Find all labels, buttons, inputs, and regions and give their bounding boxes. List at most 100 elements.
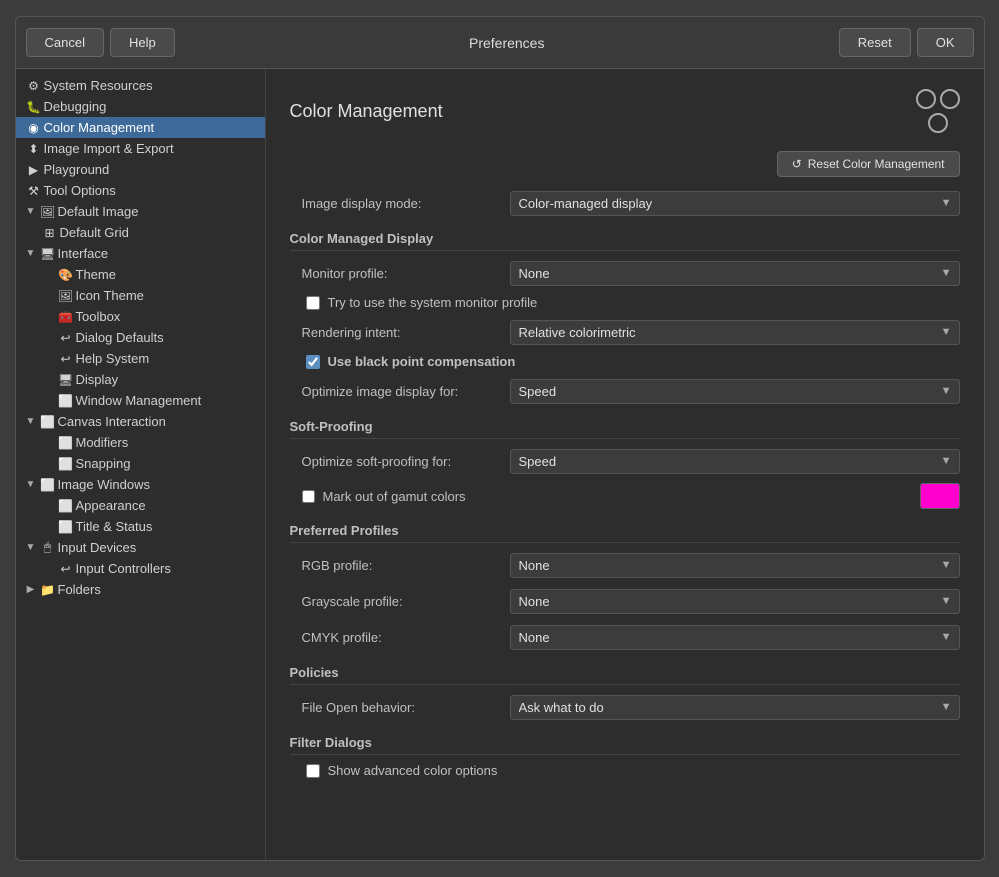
rgb-profile-control: None ▼ [510, 553, 960, 578]
modifiers-label: Modifiers [76, 435, 129, 450]
sidebar-item-input-devices[interactable]: ▼ 🖱 Input Devices [16, 537, 265, 558]
sidebar-item-folders[interactable]: ▶ 📁 Folders [16, 579, 265, 600]
try-system-profile-checkbox[interactable] [306, 296, 320, 310]
black-point-checkbox[interactable] [306, 355, 320, 369]
sidebar-item-toolbox[interactable]: 🧰 Toolbox [16, 306, 265, 327]
sidebar-item-snapping[interactable]: ⬜ Snapping [16, 453, 265, 474]
image-display-mode-control: Color-managed display No color managemen… [510, 191, 960, 216]
optimize-display-label: Optimize image display for: [290, 384, 510, 399]
reset-color-management-button[interactable]: ↺ Reset Color Management [777, 151, 960, 177]
toolbox-icon: 🧰 [56, 310, 76, 324]
image-windows-icon: ⬜ [38, 478, 58, 492]
cmyk-profile-row: CMYK profile: None ▼ [290, 623, 960, 651]
grayscale-profile-select[interactable]: None [510, 589, 960, 614]
black-point-row: Use black point compensation [306, 354, 960, 369]
sidebar-item-input-controllers[interactable]: ↩ Input Controllers [16, 558, 265, 579]
show-advanced-checkbox[interactable] [306, 764, 320, 778]
sidebar-item-image-import-export[interactable]: ⬍ Image Import & Export [16, 138, 265, 159]
preferences-dialog: Cancel Help Preferences Reset OK ⚙ Syste… [15, 16, 985, 861]
image-windows-arrow: ▼ [24, 479, 38, 490]
input-controllers-label: Input Controllers [76, 561, 171, 576]
mark-gamut-checkbox[interactable] [302, 490, 315, 503]
page-title: Color Management [290, 101, 443, 122]
sidebar-item-interface[interactable]: ▼ 🖥 Interface [16, 243, 265, 264]
image-display-mode-row: Image display mode: Color-managed displa… [290, 189, 960, 217]
help-system-label: Help System [76, 351, 150, 366]
sidebar-item-theme[interactable]: 🎨 Theme [16, 264, 265, 285]
image-display-mode-select[interactable]: Color-managed display No color managemen… [510, 191, 960, 216]
snapping-label: Snapping [76, 456, 131, 471]
appearance-label: Appearance [76, 498, 146, 513]
grayscale-profile-label: Grayscale profile: [290, 594, 510, 609]
rgb-profile-select[interactable]: None [510, 553, 960, 578]
optimize-display-control: Speed Normal Precision ▼ [510, 379, 960, 404]
sidebar-item-default-grid[interactable]: ⊞ Default Grid [16, 222, 265, 243]
titlebar-right-buttons: Reset OK [839, 28, 974, 57]
window-management-label: Window Management [76, 393, 202, 408]
color-management-icon: ◉ [24, 121, 44, 135]
window-management-icon: ⬜ [56, 394, 76, 408]
tool-options-label: Tool Options [44, 183, 116, 198]
rendering-intent-row: Rendering intent: Perceptual Relative co… [290, 318, 960, 346]
display-label: Display [76, 372, 119, 387]
rendering-intent-select[interactable]: Perceptual Relative colorimetric Saturat… [510, 320, 960, 345]
image-import-export-icon: ⬍ [24, 142, 44, 156]
theme-icon: 🎨 [56, 268, 76, 282]
debugging-icon: 🐛 [24, 100, 44, 114]
file-open-control: Ask what to do Keep embedded profile Con… [510, 695, 960, 720]
monitor-profile-label: Monitor profile: [290, 266, 510, 281]
try-system-profile-row: Try to use the system monitor profile [306, 295, 960, 310]
sidebar-item-display[interactable]: 🖥 Display [16, 369, 265, 390]
color-managed-display-section-title: Color Managed Display [290, 231, 960, 251]
image-display-mode-label: Image display mode: [290, 196, 510, 211]
image-windows-label: Image Windows [58, 477, 150, 492]
gamut-color-swatch[interactable] [920, 483, 960, 509]
sidebar-item-image-windows[interactable]: ▼ ⬜ Image Windows [16, 474, 265, 495]
system-resources-icon: ⚙ [24, 79, 44, 93]
sidebar: ⚙ System Resources 🐛 Debugging ◉ Color M… [16, 69, 266, 860]
optimize-soft-select[interactable]: Speed Normal Precision [510, 449, 960, 474]
mark-gamut-label: Mark out of gamut colors [323, 489, 466, 504]
ok-button[interactable]: OK [917, 28, 974, 57]
playground-icon: ▶ [24, 163, 44, 177]
sidebar-item-help-system[interactable]: ↩ Help System [16, 348, 265, 369]
gamut-colors-row: Mark out of gamut colors [290, 483, 960, 509]
reset-color-management-label: Reset Color Management [808, 157, 945, 171]
main-content: Color Management ↺ Reset Color Managemen… [266, 69, 984, 860]
file-open-select[interactable]: Ask what to do Keep embedded profile Con… [510, 695, 960, 720]
sidebar-item-playground[interactable]: ▶ Playground [16, 159, 265, 180]
title-status-label: Title & Status [76, 519, 153, 534]
cancel-button[interactable]: Cancel [26, 28, 104, 57]
title-text: Preferences [469, 35, 544, 51]
optimize-display-select[interactable]: Speed Normal Precision [510, 379, 960, 404]
main-header: Color Management [290, 89, 960, 133]
cmyk-profile-select[interactable]: None [510, 625, 960, 650]
sidebar-item-icon-theme[interactable]: 🖼 Icon Theme [16, 285, 265, 306]
titlebar: Cancel Help Preferences Reset OK [16, 17, 984, 69]
canvas-interaction-label: Canvas Interaction [58, 414, 166, 429]
sidebar-item-modifiers[interactable]: ⬜ Modifiers [16, 432, 265, 453]
dialog-defaults-icon: ↩ [56, 331, 76, 345]
reset-button[interactable]: Reset [839, 28, 911, 57]
interface-icon: 🖥 [38, 247, 58, 261]
sidebar-item-canvas-interaction[interactable]: ▼ ⬜ Canvas Interaction [16, 411, 265, 432]
reset-icon: ↺ [792, 157, 802, 171]
monitor-profile-row: Monitor profile: None ▼ [290, 259, 960, 287]
show-advanced-label: Show advanced color options [328, 763, 498, 778]
sidebar-item-color-management[interactable]: ◉ Color Management [16, 117, 265, 138]
sidebar-item-tool-options[interactable]: ⚒ Tool Options [16, 180, 265, 201]
sidebar-item-appearance[interactable]: ⬜ Appearance [16, 495, 265, 516]
sidebar-item-default-image[interactable]: ▼ 🖼 Default Image [16, 201, 265, 222]
sidebar-item-dialog-defaults[interactable]: ↩ Dialog Defaults [16, 327, 265, 348]
soft-proofing-section-title: Soft-Proofing [290, 419, 960, 439]
sidebar-item-title-status[interactable]: ⬜ Title & Status [16, 516, 265, 537]
dialog-defaults-label: Dialog Defaults [76, 330, 164, 345]
policies-section-title: Policies [290, 665, 960, 685]
filter-dialogs-section-title: Filter Dialogs [290, 735, 960, 755]
monitor-profile-select[interactable]: None [510, 261, 960, 286]
sidebar-item-debugging[interactable]: 🐛 Debugging [16, 96, 265, 117]
sidebar-item-window-management[interactable]: ⬜ Window Management [16, 390, 265, 411]
toolbox-label: Toolbox [76, 309, 121, 324]
help-button[interactable]: Help [110, 28, 175, 57]
sidebar-item-system-resources[interactable]: ⚙ System Resources [16, 75, 265, 96]
